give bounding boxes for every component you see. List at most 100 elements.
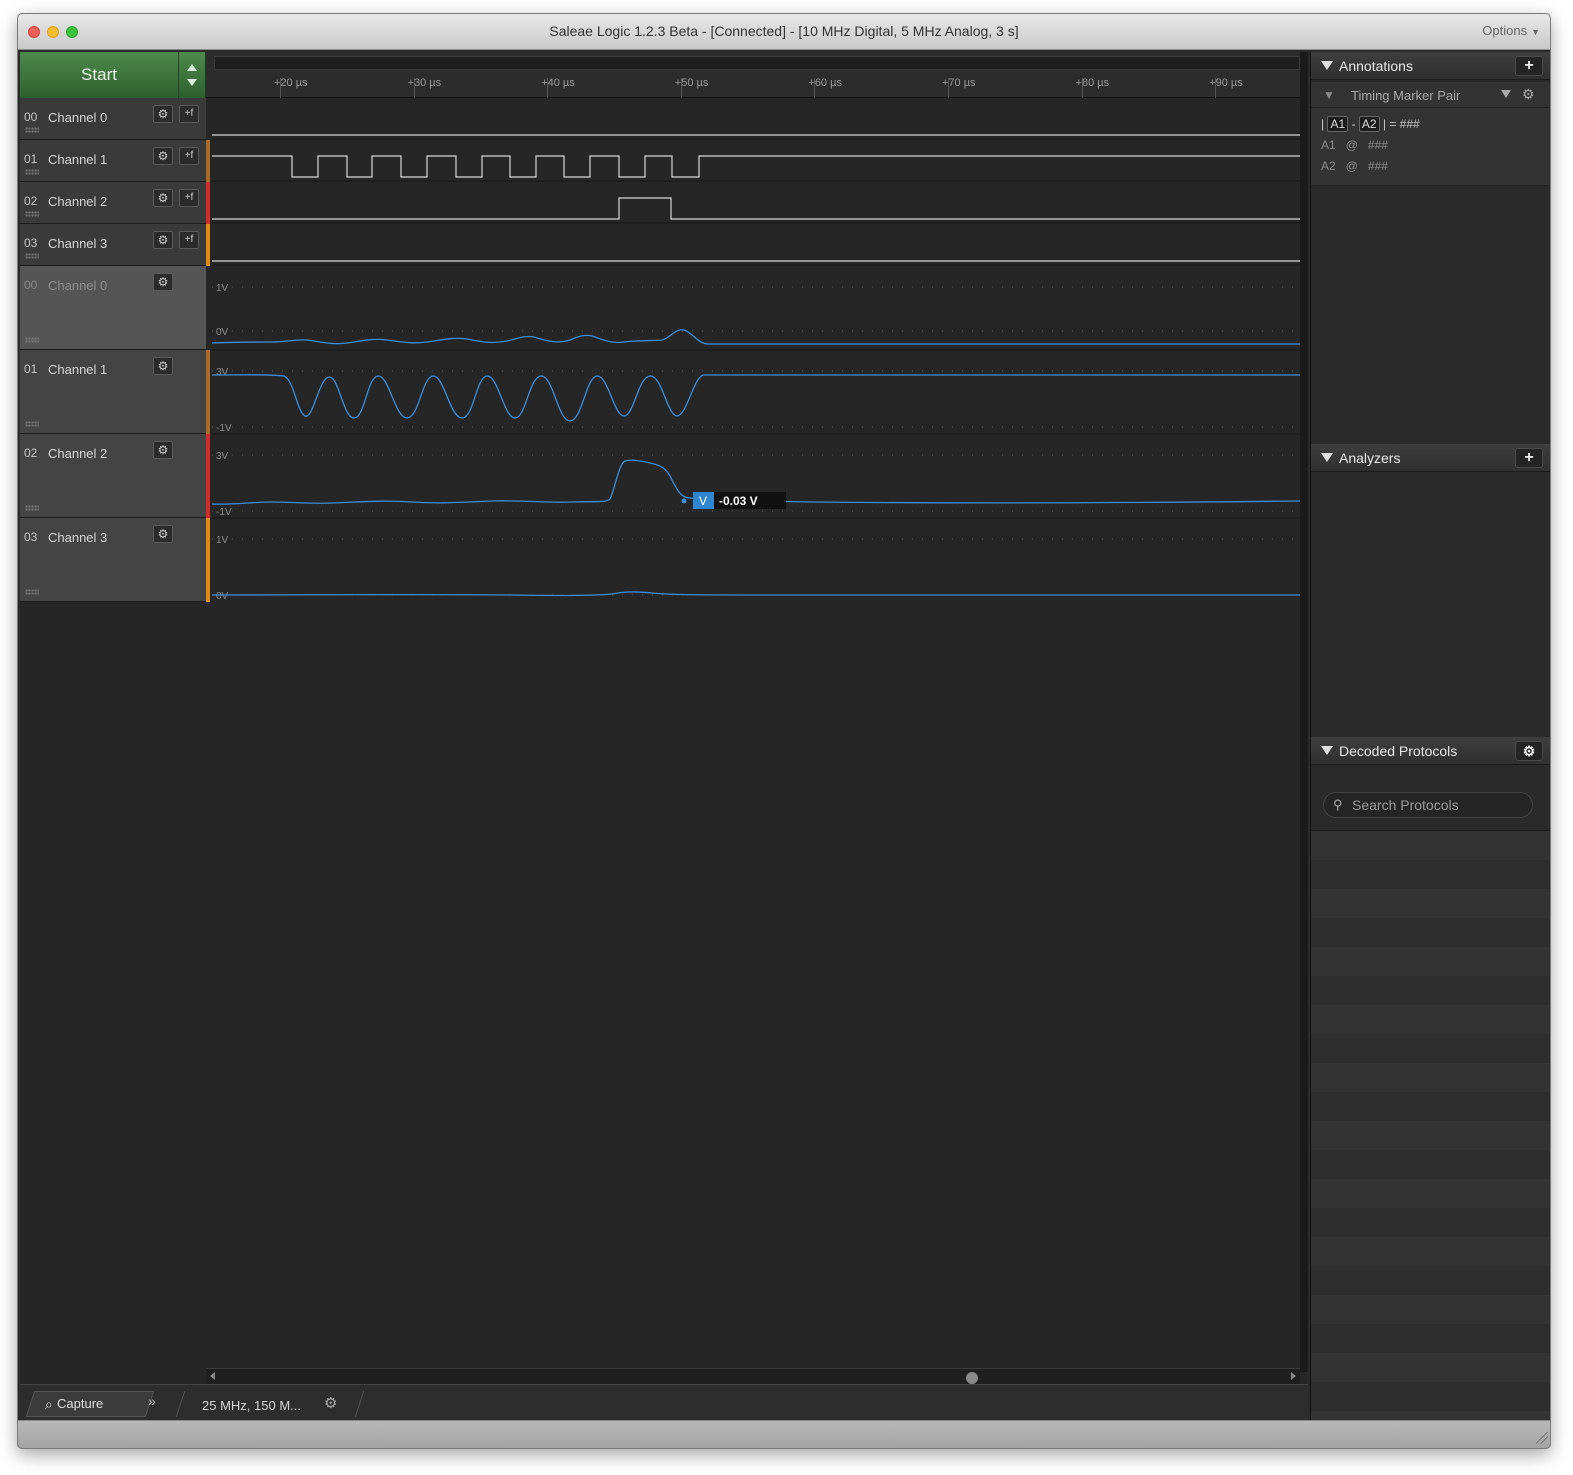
- analog-grid: [212, 286, 1300, 596]
- channel-color-strip: [206, 140, 210, 182]
- channel-number: 00: [24, 110, 38, 124]
- drag-handle-icon[interactable]: [25, 169, 39, 175]
- chevron-double-right-icon[interactable]: »: [148, 1393, 156, 1409]
- start-capture-button[interactable]: Start: [20, 52, 206, 98]
- gear-icon[interactable]: ⚙: [153, 273, 173, 291]
- panel-splitter[interactable]: [1300, 52, 1308, 1372]
- dropdown-triangle-icon[interactable]: [1501, 90, 1511, 98]
- drag-handle-icon[interactable]: [25, 127, 39, 133]
- drag-handle-icon[interactable]: [25, 253, 39, 259]
- gear-icon[interactable]: ⚙: [153, 147, 173, 165]
- analog-channel-row[interactable]: 01 Channel 1 ⚙: [20, 350, 206, 434]
- a2-measurement: A2 @ ###: [1321, 159, 1388, 173]
- channel-name[interactable]: Channel 1: [48, 362, 107, 377]
- channel-number: 03: [24, 236, 38, 250]
- drag-handle-icon[interactable]: [25, 337, 39, 343]
- digital-channel-row[interactable]: 03 Channel 3 ⚙ +f: [20, 224, 206, 266]
- start-options-stepper[interactable]: [178, 52, 206, 98]
- protocol-results-list[interactable]: [1311, 830, 1550, 1420]
- trigger-icon[interactable]: +f: [179, 147, 199, 165]
- options-menu-button[interactable]: Options ▼: [1482, 23, 1540, 38]
- waveform-view[interactable]: 1V 0V 3V -1V 3V -1V 1V 0V V -0.03 V: [212, 98, 1300, 602]
- resize-grip-icon[interactable]: [1536, 1432, 1548, 1444]
- horizontal-scrollbar[interactable]: [206, 1368, 1300, 1384]
- gear-icon[interactable]: ⚙: [153, 105, 173, 123]
- digital-channel-row[interactable]: 00 Channel 0 ⚙ +f: [20, 98, 206, 140]
- voltage-value: -0.03 V: [719, 494, 758, 508]
- gear-icon[interactable]: ⚙: [153, 441, 173, 459]
- right-sidebar: Annotations + ▼ Timing Marker Pair ⚙ | A…: [1310, 52, 1550, 1420]
- add-annotation-button[interactable]: +: [1515, 56, 1543, 76]
- drag-handle-icon[interactable]: [25, 505, 39, 511]
- timing-marker-pair-row[interactable]: ▼ Timing Marker Pair ⚙: [1311, 82, 1550, 108]
- trigger-icon[interactable]: +f: [179, 105, 199, 123]
- channel-number: 02: [24, 446, 38, 460]
- scroll-thumb[interactable]: [966, 1372, 978, 1384]
- capture-tab[interactable]: ⌕ Capture: [25, 1391, 155, 1417]
- at-sign: @: [1345, 138, 1358, 152]
- channel-name[interactable]: Channel 3: [48, 236, 107, 251]
- timing-marker-label: Timing Marker Pair: [1351, 88, 1461, 103]
- a2-tag[interactable]: A2: [1358, 116, 1380, 132]
- drag-handle-icon[interactable]: [25, 211, 39, 217]
- drag-handle-icon[interactable]: [25, 421, 39, 427]
- trigger-icon[interactable]: +f: [179, 189, 199, 207]
- analog-trace-channel-1: [212, 373, 1300, 422]
- scroll-left-icon[interactable]: [210, 1372, 215, 1380]
- trigger-icon[interactable]: +f: [179, 231, 199, 249]
- channel-name[interactable]: Channel 3: [48, 530, 107, 545]
- gear-icon[interactable]: ⚙: [153, 231, 173, 249]
- axis-label: 1V: [216, 283, 229, 294]
- digital-channel-row[interactable]: 01 Channel 1 ⚙ +f: [20, 140, 206, 182]
- axis-label: 3V: [216, 451, 229, 462]
- minus-sign: -: [1351, 117, 1356, 131]
- options-label: Options: [1482, 23, 1528, 38]
- ruler-tick-label: +40 µs: [541, 77, 575, 89]
- gear-icon[interactable]: ⚙: [153, 525, 173, 543]
- digital-channel-row[interactable]: 02 Channel 2 ⚙ +f: [20, 182, 206, 224]
- status-bar: [18, 1420, 1550, 1448]
- search-protocols-input[interactable]: [1352, 796, 1528, 814]
- ruler-tick-label: +90 µs: [1209, 77, 1243, 89]
- search-protocols-field[interactable]: ⚲: [1323, 792, 1533, 818]
- channel-color-strip: [206, 518, 210, 602]
- voltage-readout: V -0.03 V: [681, 492, 786, 509]
- time-ruler[interactable]: +20 µs +30 µs +40 µs +50 µs +60 µs +70 µs +80 …: [206, 52, 1308, 98]
- digital-trace-channel-2: [212, 197, 1300, 220]
- timeline-overview[interactable]: [214, 56, 1300, 70]
- ruler-tick-label: +70 µs: [942, 77, 976, 89]
- channel-name[interactable]: Channel 2: [48, 194, 107, 209]
- title-bar: Saleae Logic 1.2.3 Beta - [Connected] - …: [18, 14, 1550, 50]
- chevron-down-icon: ▼: [1531, 27, 1540, 37]
- cursor-dot: [681, 498, 687, 504]
- channel-name[interactable]: Channel 1: [48, 152, 107, 167]
- analog-channel-row[interactable]: 00 Channel 0 ⚙: [20, 266, 206, 350]
- a1-tag[interactable]: A1: [1327, 116, 1349, 132]
- scroll-right-icon[interactable]: [1291, 1372, 1296, 1380]
- ruler-tick-label: +60 µs: [808, 77, 842, 89]
- add-analyzer-button[interactable]: +: [1515, 448, 1543, 468]
- collapse-triangle-icon[interactable]: [1321, 453, 1333, 462]
- analyzers-header[interactable]: Analyzers +: [1311, 444, 1550, 472]
- marker-pin-icon[interactable]: ▼: [1323, 88, 1335, 102]
- sample-rate-label[interactable]: 25 MHz, 150 M...: [202, 1398, 301, 1413]
- decoded-protocols-title: Decoded Protocols: [1339, 743, 1458, 759]
- collapse-triangle-icon[interactable]: [1321, 746, 1333, 755]
- gear-icon[interactable]: ⚙: [153, 357, 173, 375]
- channel-name[interactable]: Channel 0: [48, 110, 107, 125]
- collapse-triangle-icon[interactable]: [1321, 61, 1333, 70]
- analog-channel-row[interactable]: 02 Channel 2 ⚙: [20, 434, 206, 518]
- arrow-down-icon[interactable]: [187, 79, 197, 86]
- channel-name[interactable]: Channel 0: [48, 278, 107, 293]
- drag-handle-icon[interactable]: [25, 589, 39, 595]
- gear-icon[interactable]: ⚙: [324, 1394, 337, 1412]
- annotations-header[interactable]: Annotations +: [1311, 52, 1550, 80]
- main-area: Start +20 µs +30 µs +40 µs +50 µs +60 µs +70 …: [20, 52, 1308, 1420]
- gear-icon[interactable]: ⚙: [153, 189, 173, 207]
- arrow-up-icon[interactable]: [187, 64, 197, 71]
- channel-name[interactable]: Channel 2: [48, 446, 107, 461]
- gear-icon[interactable]: ⚙: [1515, 741, 1543, 761]
- decoded-protocols-header[interactable]: Decoded Protocols ⚙: [1311, 737, 1550, 765]
- analog-channel-row[interactable]: 03 Channel 3 ⚙: [20, 518, 206, 602]
- gear-icon[interactable]: ⚙: [1522, 86, 1535, 103]
